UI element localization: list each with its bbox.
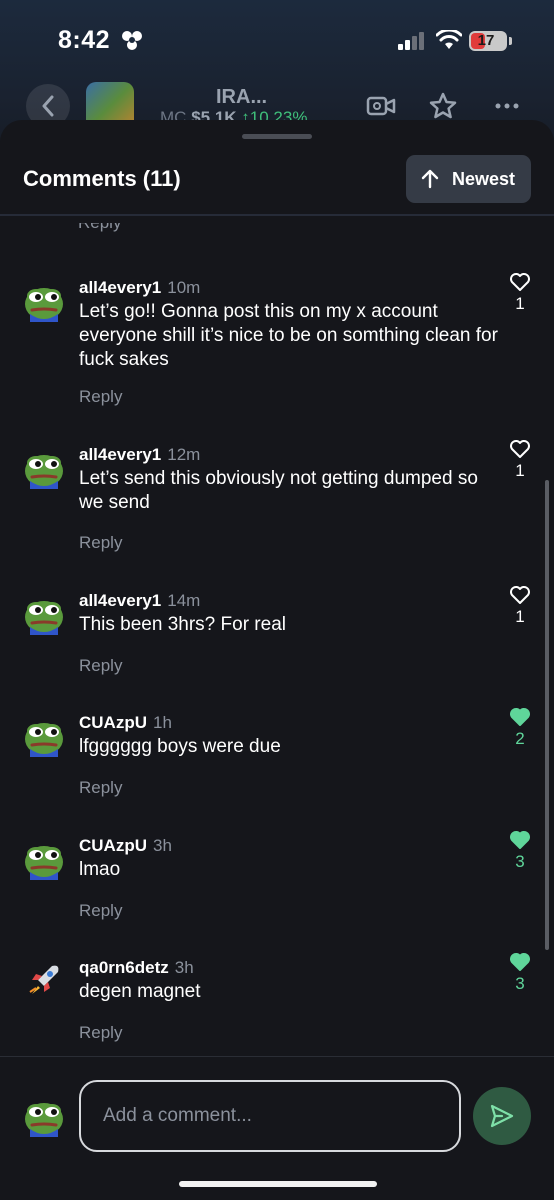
status-bar: 8:42 17 bbox=[0, 0, 554, 80]
heart-icon[interactable] bbox=[509, 439, 531, 459]
comment-text: degen magnet bbox=[79, 981, 201, 1002]
heart-icon[interactable] bbox=[509, 952, 531, 972]
commenter-avatar[interactable] bbox=[22, 445, 66, 489]
sheet-grabber[interactable] bbox=[242, 134, 312, 139]
comment-username[interactable]: qa0rn6detz 3h bbox=[79, 958, 194, 978]
comment-username[interactable]: CUAzpU 1h bbox=[79, 713, 172, 733]
comment-timestamp: 1h bbox=[153, 713, 172, 732]
like-count: 3 bbox=[515, 852, 525, 871]
commenter-avatar[interactable] bbox=[22, 836, 66, 880]
status-time: 8:42 bbox=[58, 26, 111, 54]
reply-link[interactable]: Reply bbox=[79, 387, 122, 407]
send-button[interactable] bbox=[473, 1087, 531, 1145]
comments-title: Comments (11) bbox=[23, 166, 181, 191]
reply-link[interactable]: Reply bbox=[79, 1023, 122, 1043]
comment-input[interactable] bbox=[79, 1080, 461, 1152]
heart-icon[interactable] bbox=[509, 585, 531, 605]
comment-text: Let’s go!! Gonna post this on my x accou… bbox=[79, 301, 498, 370]
composer-divider bbox=[0, 1056, 554, 1057]
token-name: IRA... bbox=[216, 86, 268, 108]
comment-username[interactable]: all4every1 12m bbox=[79, 445, 200, 465]
sort-label: Newest bbox=[452, 168, 516, 189]
arrow-up-icon bbox=[421, 169, 439, 189]
comment-text: lfgggggg boys were due bbox=[79, 736, 281, 757]
comment-timestamp: 14m bbox=[167, 591, 201, 610]
comment-username[interactable]: CUAzpU 3h bbox=[79, 836, 172, 856]
comment-text: Let’s send this obviously not getting du… bbox=[79, 468, 478, 513]
send-icon bbox=[490, 1104, 514, 1128]
reply-link[interactable]: Reply bbox=[79, 901, 122, 921]
video-icon[interactable] bbox=[366, 92, 396, 120]
comment-timestamp: 12m bbox=[167, 445, 201, 464]
comment-timestamp: 3h bbox=[174, 958, 194, 977]
like-count: 1 bbox=[515, 294, 525, 313]
like-count: 1 bbox=[515, 461, 525, 480]
reply-link-partial[interactable]: Reply bbox=[78, 223, 128, 233]
more-icon[interactable] bbox=[492, 92, 522, 120]
sort-button[interactable]: Newest bbox=[406, 155, 531, 203]
cellular-signal-icon bbox=[398, 32, 424, 50]
heart-icon[interactable] bbox=[509, 272, 531, 292]
comment-text: This been 3hrs? For real bbox=[79, 614, 286, 635]
comment-text: lmao bbox=[79, 859, 121, 880]
comment-timestamp: 10m bbox=[167, 278, 201, 297]
chevron-left-icon bbox=[42, 95, 54, 117]
heart-icon[interactable] bbox=[509, 707, 531, 727]
comment-username[interactable]: all4every1 10m bbox=[79, 278, 200, 298]
heart-icon[interactable] bbox=[509, 830, 531, 850]
divider bbox=[0, 214, 554, 216]
rocket-avatar[interactable] bbox=[22, 958, 66, 1002]
like-count: 3 bbox=[515, 974, 525, 993]
comment-username[interactable]: all4every1 14m bbox=[79, 591, 200, 611]
commenter-avatar[interactable] bbox=[22, 278, 66, 322]
comment-timestamp: 3h bbox=[153, 836, 172, 855]
star-icon[interactable] bbox=[428, 92, 458, 120]
scrollbar[interactable] bbox=[545, 480, 549, 950]
home-indicator[interactable] bbox=[179, 1181, 377, 1187]
battery-indicator: 17 bbox=[469, 31, 507, 51]
user-avatar bbox=[22, 1093, 66, 1137]
battery-level: 17 bbox=[477, 32, 495, 49]
focus-mode-icon bbox=[122, 31, 142, 50]
commenter-avatar[interactable] bbox=[22, 591, 66, 635]
like-count: 2 bbox=[515, 729, 525, 748]
reply-link[interactable]: Reply bbox=[79, 656, 122, 676]
reply-link[interactable]: Reply bbox=[79, 778, 122, 798]
wifi-icon bbox=[436, 30, 462, 49]
like-count: 1 bbox=[515, 607, 525, 626]
reply-link[interactable]: Reply bbox=[79, 533, 122, 553]
comments-sheet: Comments (11) Newest Reply all4every110m… bbox=[0, 120, 554, 1200]
commenter-avatar[interactable] bbox=[22, 713, 66, 757]
